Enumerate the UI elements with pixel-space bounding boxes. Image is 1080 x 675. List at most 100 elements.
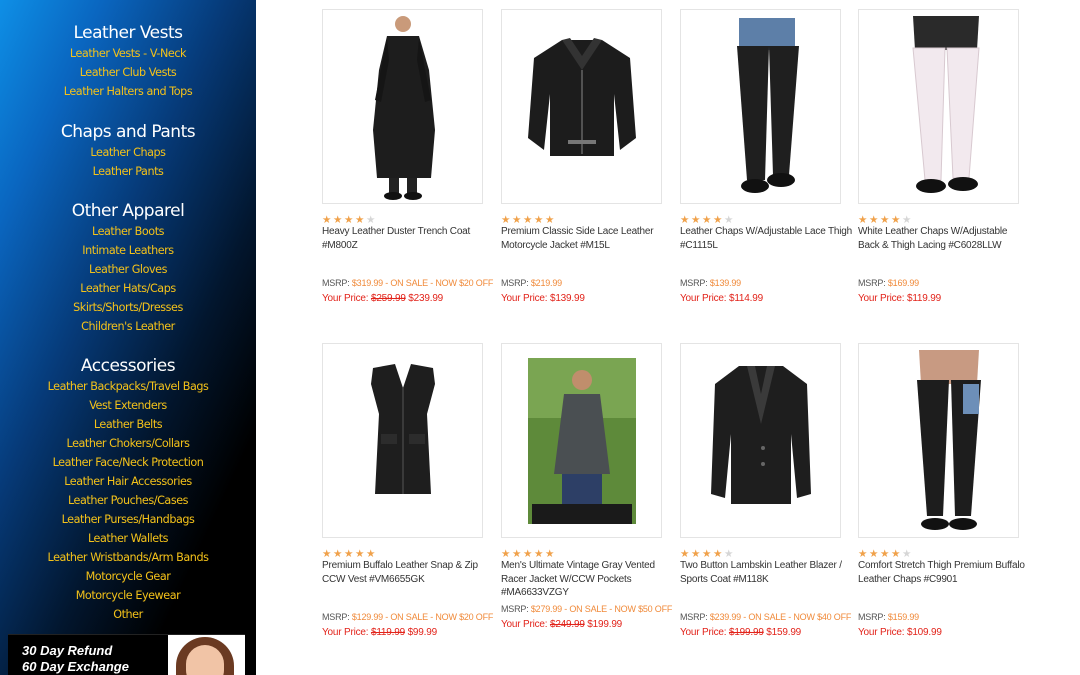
sidebar-link-childrens[interactable]: Children's Leather [0,317,256,336]
sidebar-link-vest-extenders[interactable]: Vest Extenders [0,396,256,415]
product-image[interactable] [858,343,1019,538]
product-title[interactable]: Two Button Lambskin Leather Blazer / Spo… [680,559,852,586]
motorcycle-jacket-image [528,38,636,156]
sidebar-link-club-vests[interactable]: Leather Club Vests [0,63,256,82]
product-title[interactable]: Premium Classic Side Lace Leather Motorc… [501,225,673,252]
price-line: Your Price: $114.99 [680,292,763,305]
sidebar-link-halters-tops[interactable]: Leather Halters and Tops [0,82,256,101]
msrp-value: $319.99 [351,278,383,288]
star-rating: ★ ★ ★ ★ ★ [501,544,581,560]
star-rating: ★ ★ ★ ★ ★ [322,210,402,226]
sidebar-link-other[interactable]: Other [0,605,256,624]
msrp-line: MSRP: $239.99 - ON SALE - NOW $40 OFF [680,611,851,623]
sidebar-link-face-neck[interactable]: Leather Face/Neck Protection [0,453,256,472]
price-line: Your Price: $119.99 $99.99 [322,626,437,639]
black-chaps-image [737,18,799,193]
sidebar-link-wristbands[interactable]: Leather Wristbands/Arm Bands [0,548,256,567]
product-image[interactable] [501,9,662,204]
current-price: $109.99 [906,627,942,638]
msrp-label: MSRP: [501,604,529,614]
msrp-line: MSRP: $139.99 [680,277,741,289]
sidebar-link-motorcycle-gear[interactable]: Motorcycle Gear [0,567,256,586]
price-line: Your Price: $119.99 [858,292,941,305]
sidebar-link-boots[interactable]: Leather Boots [0,222,256,241]
star-rating: ★ ★ ★ ★ ★ [858,210,938,226]
trench-coat-image [373,16,435,200]
leather-vest-image [371,364,435,494]
buffalo-chaps-image [917,350,981,530]
msrp-label: MSRP: [501,278,529,288]
msrp-value: $239.99 [709,612,741,622]
price-label: Your Price: [680,627,727,638]
sidebar-section-chaps-pants: Chaps and Pants Leather Chaps Leather Pa… [0,121,256,181]
msrp-line: MSRP: $159.99 [858,611,919,623]
sale-note: - ON SALE - NOW $20 OFF [382,612,494,622]
msrp-value: $169.99 [887,278,919,288]
old-price: $199.99 [728,627,764,638]
msrp-line: MSRP: $129.99 - ON SALE - NOW $20 OFF [322,611,493,623]
current-price: $114.99 [728,293,763,304]
price-label: Your Price: [680,293,727,304]
sidebar-link-intimate[interactable]: Intimate Leathers [0,241,256,260]
refund-promo-banner[interactable]: 30 Day Refund 60 Day Exchange [8,634,245,675]
sidebar-link-pouches[interactable]: Leather Pouches/Cases [0,491,256,510]
star-rating: ★ ★ ★ ★ ★ [501,210,581,226]
white-chaps-image [912,16,980,193]
sidebar-link-purses[interactable]: Leather Purses/Handbags [0,510,256,529]
sidebar-link-pants[interactable]: Leather Pants [0,162,256,181]
price-line: Your Price: $109.99 [858,626,942,639]
sale-note: - ON SALE - NOW $40 OFF [740,612,852,622]
product-image[interactable] [858,9,1019,204]
msrp-label: MSRP: [680,612,708,622]
price-label: Your Price: [858,627,905,638]
product-image[interactable] [322,9,483,204]
msrp-label: MSRP: [322,612,350,622]
sidebar-heading[interactable]: Other Apparel [0,200,256,222]
support-rep-photo [168,635,245,675]
product-title[interactable]: Heavy Leather Duster Trench Coat #M800Z [322,225,494,252]
price-line: Your Price: $249.99 $199.99 [501,618,622,631]
sidebar-link-belts[interactable]: Leather Belts [0,415,256,434]
msrp-value: $159.99 [887,612,919,622]
sidebar-link-eyewear[interactable]: Motorcycle Eyewear [0,586,256,605]
sidebar-link-wallets[interactable]: Leather Wallets [0,529,256,548]
price-label: Your Price: [501,619,548,630]
price-label: Your Price: [501,293,548,304]
product-image[interactable] [680,343,841,538]
sidebar-link-chokers[interactable]: Leather Chokers/Collars [0,434,256,453]
current-price: $99.99 [407,627,438,638]
product-image[interactable] [501,343,662,538]
star-rating: ★ ★ ★ ★ ★ [858,544,938,560]
star-rating: ★ ★ ★ ★ ★ [680,544,760,560]
sidebar-link-gloves[interactable]: Leather Gloves [0,260,256,279]
msrp-value: $219.99 [530,278,562,288]
sidebar-link-hats-caps[interactable]: Leather Hats/Caps [0,279,256,298]
price-label: Your Price: [322,627,369,638]
star-rating: ★ ★ ★ ★ ★ [322,544,402,560]
product-title[interactable]: White Leather Chaps W/Adjustable Back & … [858,225,1030,252]
product-image[interactable] [680,9,841,204]
product-title[interactable]: Leather Chaps W/Adjustable Lace Thigh #C… [680,225,852,252]
sidebar-heading[interactable]: Leather Vests [0,22,256,44]
product-title[interactable]: Premium Buffalo Leather Snap & Zip CCW V… [322,559,494,586]
sidebar-link-skirts[interactable]: Skirts/Shorts/Dresses [0,298,256,317]
product-title[interactable]: Men's Ultimate Vintage Gray Vented Racer… [501,559,673,600]
sidebar-link-hair[interactable]: Leather Hair Accessories [0,472,256,491]
product-title[interactable]: Comfort Stretch Thigh Premium Buffalo Le… [858,559,1030,586]
sidebar-heading[interactable]: Chaps and Pants [0,121,256,143]
msrp-label: MSRP: [680,278,708,288]
price-label: Your Price: [322,293,369,304]
old-price: $249.99 [549,619,585,630]
msrp-label: MSRP: [322,278,350,288]
sidebar-link-vests-vneck[interactable]: Leather Vests - V-Neck [0,44,256,63]
promo-refund-text: 30 Day Refund [22,643,113,658]
sidebar-heading[interactable]: Accessories [0,355,256,377]
racer-jacket-photo [528,358,636,524]
msrp-label: MSRP: [858,278,886,288]
sidebar-section-accessories: Accessories Leather Backpacks/Travel Bag… [0,355,256,624]
sidebar-section-vests: Leather Vests Leather Vests - V-Neck Lea… [0,22,256,101]
sidebar-link-backpacks[interactable]: Leather Backpacks/Travel Bags [0,377,256,396]
product-image[interactable] [322,343,483,538]
current-price: $159.99 [766,627,802,638]
sidebar-link-chaps[interactable]: Leather Chaps [0,143,256,162]
